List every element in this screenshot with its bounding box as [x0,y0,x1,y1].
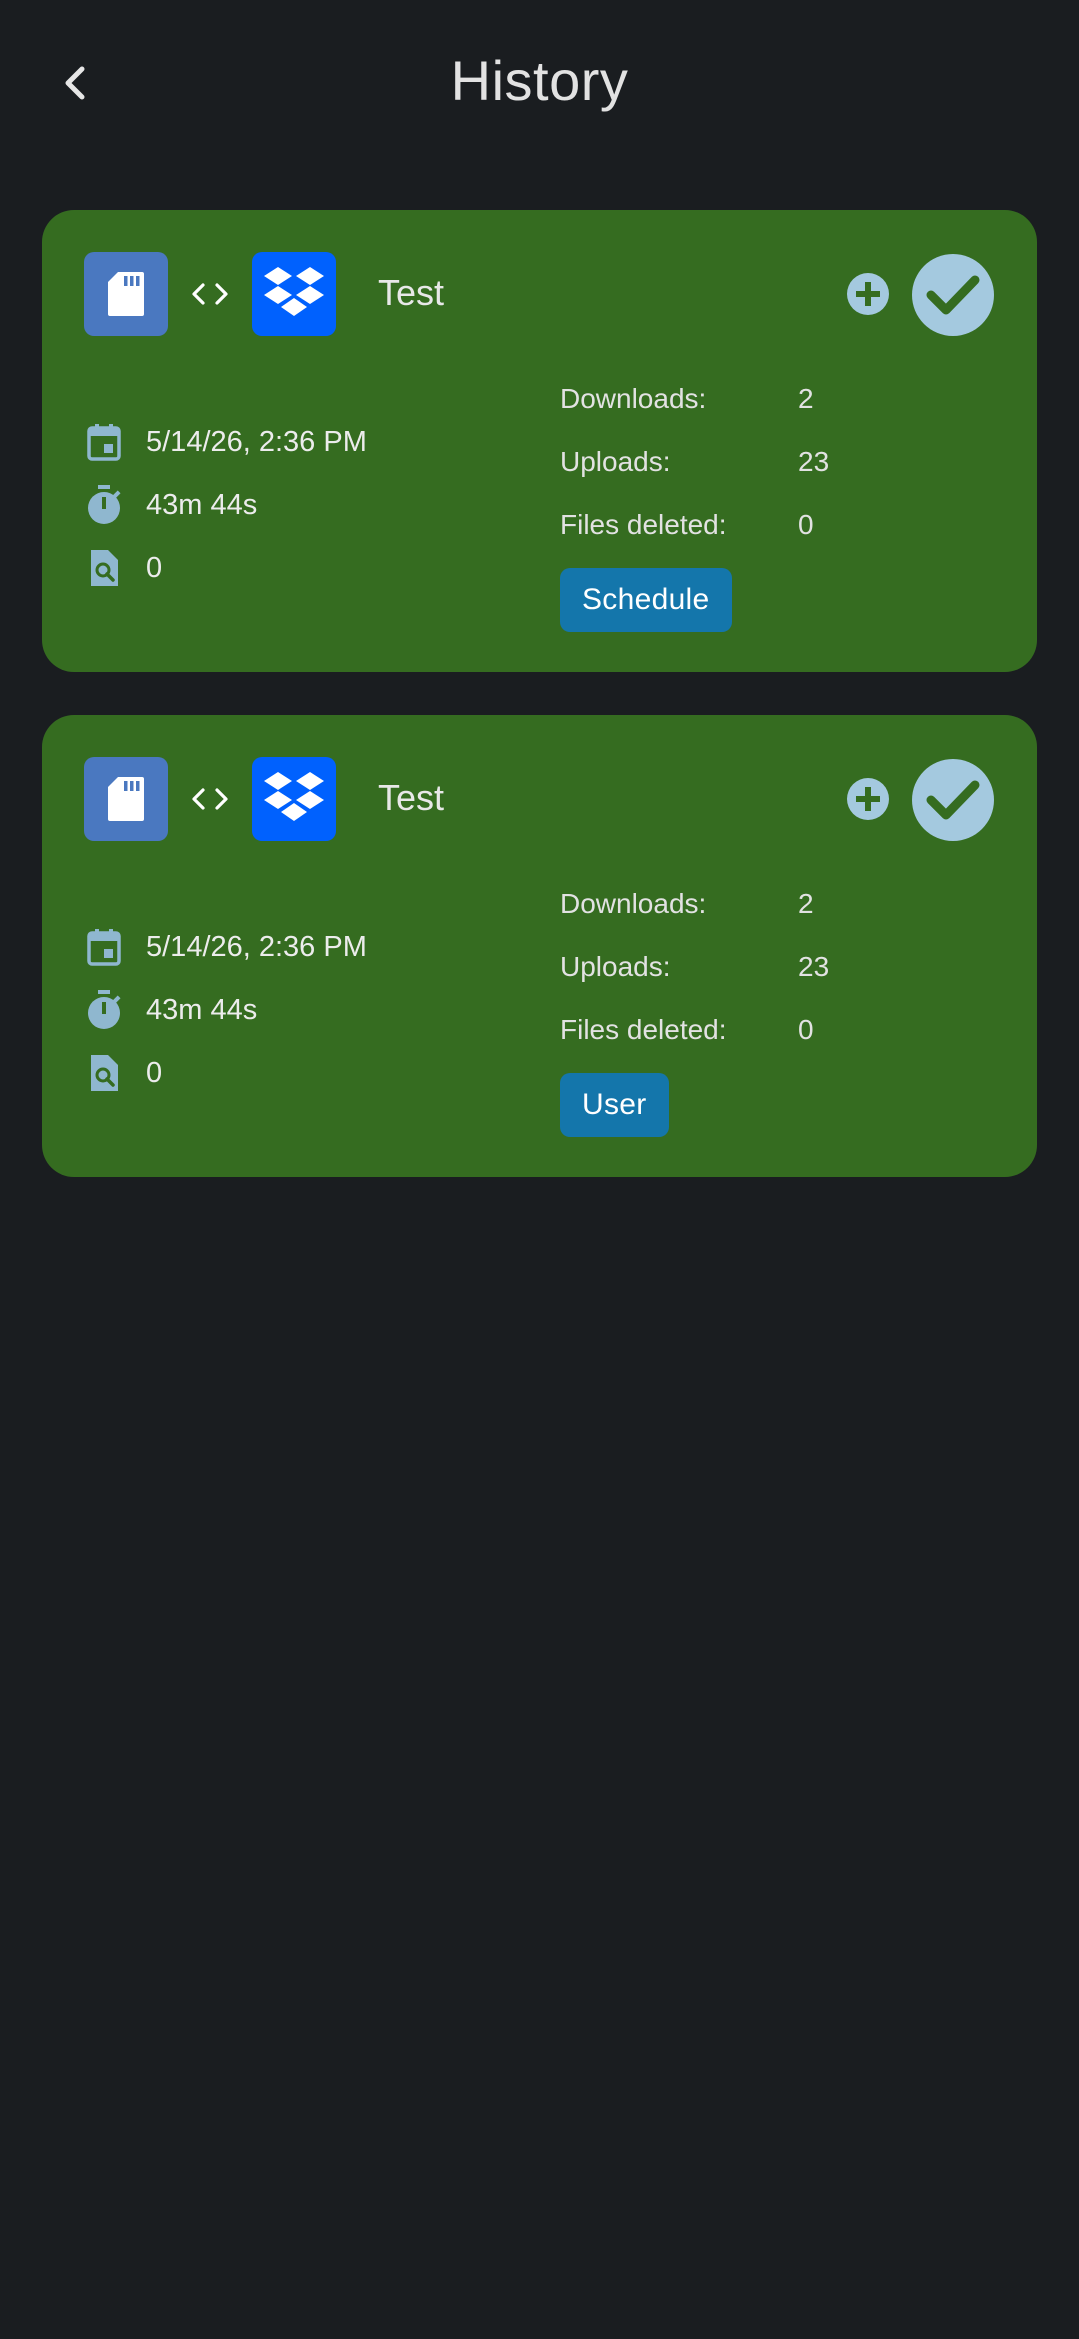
status-success [912,254,994,336]
calendar-icon [87,424,121,461]
source-tile [84,252,168,336]
files-deleted-value: 0 [798,1014,814,1045]
plus-circle-icon [847,778,889,820]
history-card[interactable]: Test 5/14/26, 2:36 PM 43m 44s 0 Download… [42,715,1037,1177]
duration: 43m 44s [146,488,258,521]
source-tile [84,757,168,841]
sd-card-icon [108,777,144,821]
downloads-value: 2 [798,888,814,919]
history-card[interactable]: Test 5/14/26, 2:36 PM 43m 44s 0 Download… [42,210,1037,672]
check-icon [926,780,980,820]
sd-card-icon [108,272,144,316]
code-arrows-icon [192,788,228,810]
expand-button[interactable] [846,272,890,316]
task-name: Test [378,777,445,818]
downloads-label: Downloads: [560,888,707,919]
check-icon [926,275,980,315]
trigger-chip[interactable]: User [560,1073,669,1137]
scanned-row: 0 [84,1051,162,1095]
uploads-value: 23 [798,951,830,982]
sync-direction [190,777,230,821]
files-scanned: 0 [146,551,163,584]
trigger-chip[interactable]: Schedule [560,568,732,632]
run-date: 5/14/26, 2:36 PM [146,930,367,963]
expand-button[interactable] [846,777,890,821]
destination-tile [252,757,336,841]
files-scanned: 0 [146,1056,163,1089]
task-name: Test [378,272,445,313]
scanned-row: 0 [84,546,162,590]
downloads-label: Downloads: [560,383,707,414]
run-date-row: 5/14/26, 2:36 PM [84,925,367,969]
code-arrows-icon [192,283,228,305]
sync-direction [190,272,230,316]
run-date-row: 5/14/26, 2:36 PM [84,420,367,464]
files-deleted-label: Files deleted: [560,509,727,540]
files-deleted-label: Files deleted: [560,1014,727,1045]
plus-circle-icon [847,273,889,315]
timer-icon [88,485,121,524]
duration: 43m 44s [146,993,258,1026]
uploads-label: Uploads: [560,446,671,477]
destination-tile [252,252,336,336]
app-bar: History [0,0,1079,170]
dropbox-icon [264,772,324,821]
uploads-label: Uploads: [560,951,671,982]
calendar-icon [87,929,121,966]
files-deleted-value: 0 [798,509,814,540]
downloads-value: 2 [798,383,814,414]
duration-row: 43m 44s [84,988,257,1032]
run-date: 5/14/26, 2:36 PM [146,425,367,458]
timer-icon [88,990,121,1029]
file-search-icon [91,1055,118,1091]
page-title: History [450,49,629,112]
status-success [912,759,994,841]
file-search-icon [91,550,118,586]
duration-row: 43m 44s [84,483,257,527]
uploads-value: 23 [798,446,830,477]
dropbox-icon [264,267,324,316]
